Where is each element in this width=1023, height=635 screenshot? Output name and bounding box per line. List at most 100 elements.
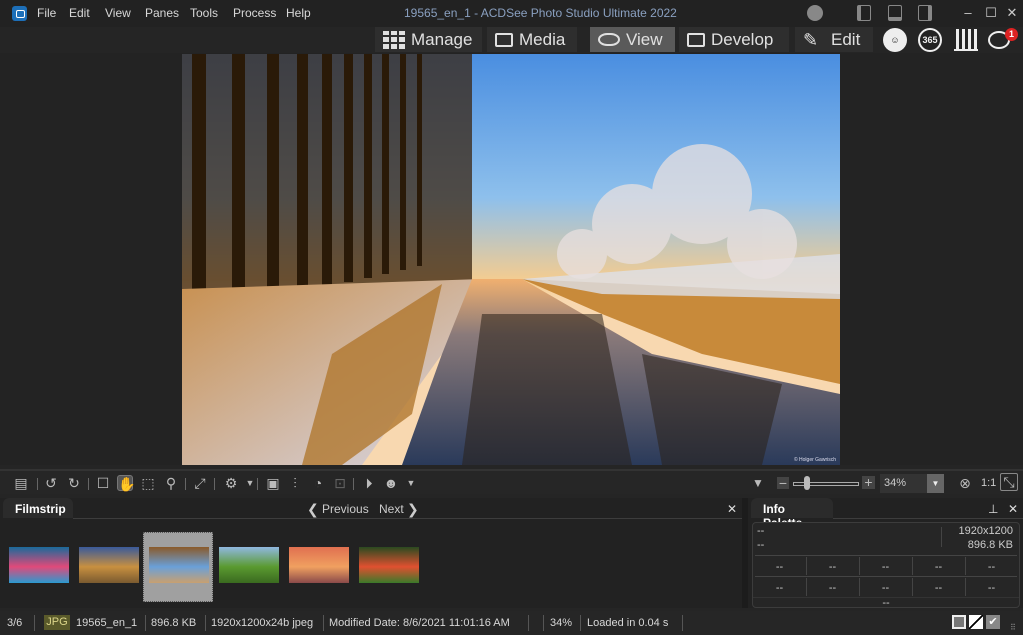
thumbnail-winter-river[interactable] <box>149 547 209 583</box>
mode-manage-button[interactable]: Manage <box>375 27 482 52</box>
media-icon <box>495 32 513 47</box>
close-filmstrip-icon[interactable]: ✕ <box>727 502 737 516</box>
zoom-slider-thumb[interactable] <box>803 476 810 490</box>
mode-develop-button[interactable]: Develop <box>679 27 789 52</box>
quick-fix-dropdown-icon[interactable]: ▼ <box>242 475 258 491</box>
focus-icon[interactable]: ⊡ <box>332 475 348 491</box>
menu-file[interactable]: File <box>37 6 56 20</box>
info-dimensions: 1920x1200 <box>958 525 1013 537</box>
grid-icon <box>383 30 405 49</box>
zoom-out-button[interactable]: − <box>777 476 789 490</box>
status-modified-date: Modified Date: 8/6/2021 11:01:16 AM <box>329 617 510 629</box>
menu-panes[interactable]: Panes <box>145 6 179 20</box>
rotate-right-icon[interactable]: ↻ <box>66 475 82 491</box>
info-cell: -- <box>775 561 784 573</box>
batch-icon[interactable]: ▤ <box>13 475 29 491</box>
tab-info-palette[interactable]: Info Palette <box>751 498 833 530</box>
mode-develop-label: Develop <box>711 29 774 49</box>
menu-view[interactable]: View <box>105 6 131 20</box>
mode-media-button[interactable]: Media <box>487 27 577 52</box>
info-cell: -- <box>934 561 943 573</box>
thumbnail-flowers[interactable] <box>359 547 419 583</box>
main-photo[interactable]: © Holger Gawrisch <box>182 54 840 465</box>
app-logo-icon[interactable] <box>12 6 27 21</box>
develop-icon <box>687 32 705 47</box>
menu-tools[interactable]: Tools <box>190 6 218 20</box>
status-dimensions: 1920x1200x24b jpeg <box>211 617 314 629</box>
info-cell: -- <box>987 582 996 594</box>
next-button[interactable]: Next <box>379 502 404 516</box>
zoom-dropdown-icon[interactable]: ▼ <box>927 474 944 493</box>
chevron-left-icon[interactable]: ❮ <box>307 501 319 518</box>
menu-process[interactable]: Process <box>233 6 276 20</box>
color-diagonal-icon[interactable] <box>969 615 983 629</box>
info-cell: -- <box>828 582 837 594</box>
check-icon[interactable]: ✔ <box>986 615 1000 629</box>
mode-edit-button[interactable]: ✎ Edit <box>795 27 873 52</box>
collapse-panel-icon[interactable]: ▼ <box>750 475 766 491</box>
info-cell: -- <box>881 582 890 594</box>
zoom-fit-icon[interactable]: ⊗ <box>957 475 973 491</box>
status-load-time: Loaded in 0.04 s <box>587 617 669 629</box>
pin-icon[interactable]: ⊥ <box>988 502 998 516</box>
actual-size-button[interactable]: 1:1 <box>981 477 996 489</box>
info-palette-panel: Info Palette ⊥ ✕ -- -- 1920x1200 896.8 K… <box>748 498 1023 609</box>
mode-view-label: View <box>626 29 663 49</box>
chevron-right-icon[interactable]: ❯ <box>407 501 419 518</box>
rotate-left-icon[interactable]: ↺ <box>43 475 59 491</box>
quick-fix-icon[interactable]: ⚙ <box>223 475 239 491</box>
zoom-tool-icon[interactable]: ⚲ <box>163 475 179 491</box>
close-window-button[interactable]: ✕ <box>1004 5 1020 21</box>
resize-grip-icon[interactable]: ⠿ <box>1010 623 1016 632</box>
color-square-icon[interactable] <box>952 615 966 629</box>
tab-filmstrip[interactable]: Filmstrip <box>3 498 73 518</box>
layout-left-pane-icon[interactable] <box>857 5 871 21</box>
info-cell: -- <box>775 582 784 594</box>
menu-edit[interactable]: Edit <box>69 6 90 20</box>
mode-view-button[interactable]: View <box>590 27 675 52</box>
status-zoom: 34% <box>550 617 573 629</box>
adjust-icon[interactable]: ⫶ <box>287 475 303 491</box>
dashboard-icon[interactable] <box>954 29 978 51</box>
maximize-button[interactable]: ☐ <box>983 5 999 21</box>
thumbnail-green-stream[interactable] <box>219 547 279 583</box>
thumbnail-sunset-sea[interactable] <box>289 547 349 583</box>
filmstrip-panel: Filmstrip ❮ Previous Next ❯ ✕ <box>0 498 742 608</box>
info-box: -- -- 1920x1200 896.8 KB -- -- -- -- -- -- --… <box>752 522 1020 609</box>
face-detect-icon[interactable]: ☻ <box>383 475 399 491</box>
edit-icon: ✎ <box>803 29 819 50</box>
status-filename: 19565_en_1 <box>76 617 138 629</box>
fit-to-window-icon[interactable]: ⤡ <box>1000 473 1018 491</box>
menu-help[interactable]: Help <box>286 6 311 20</box>
play-icon[interactable]: ⏵ <box>361 475 377 491</box>
full-screen-icon[interactable]: ⤢ <box>192 475 208 491</box>
mode-edit-label: Edit <box>831 29 861 49</box>
minimize-button[interactable]: – <box>960 5 976 21</box>
previous-button[interactable]: Previous <box>322 502 369 516</box>
365-button[interactable]: 365 <box>918 28 942 52</box>
mode-media-label: Media <box>519 29 566 49</box>
zoom-in-button[interactable]: + <box>862 475 875 489</box>
hand-tool-icon[interactable]: ✋ <box>117 475 135 492</box>
layout-bottom-pane-icon[interactable] <box>888 5 902 21</box>
info-cell: -- <box>934 582 943 594</box>
photo-winter-river <box>182 54 840 465</box>
close-info-palette-icon[interactable]: ✕ <box>1008 502 1018 516</box>
exposure-icon[interactable]: ◔ <box>310 475 326 491</box>
people-icon[interactable]: ☺ <box>883 28 907 52</box>
title-bar: File Edit View Panes Tools Process Help … <box>0 0 1023 27</box>
auto-lens-view-icon[interactable]: ☐ <box>95 475 111 491</box>
user-account-icon[interactable] <box>807 5 823 21</box>
thumbnail-hay-bales-mountains[interactable] <box>79 547 139 583</box>
zoom-slider-track[interactable] <box>793 482 859 486</box>
more-tools-dropdown-icon[interactable]: ▼ <box>403 475 419 491</box>
layout-right-pane-icon[interactable] <box>918 5 932 21</box>
info-cell: -- <box>881 561 890 573</box>
viewer-toolbar: ▤ ↺ ↻ ☐ ✋ ⬚ ⚲ ⤢ ⚙ ▼ ▣ ⫶ ◔ ⊡ ⏵ ☻ ▼ ▼ − + … <box>0 469 1023 494</box>
zoom-select[interactable]: 34% ▼ <box>880 474 944 493</box>
select-tool-icon[interactable]: ⬚ <box>140 475 156 491</box>
status-bar: 3/6 JPG 19565_en_1 896.8 KB 1920x1200x24… <box>0 611 1023 635</box>
info-row2-left: -- <box>757 539 765 551</box>
thumbnail-coral-reef[interactable] <box>9 547 69 583</box>
slideshow-icon[interactable]: ▣ <box>265 475 281 491</box>
